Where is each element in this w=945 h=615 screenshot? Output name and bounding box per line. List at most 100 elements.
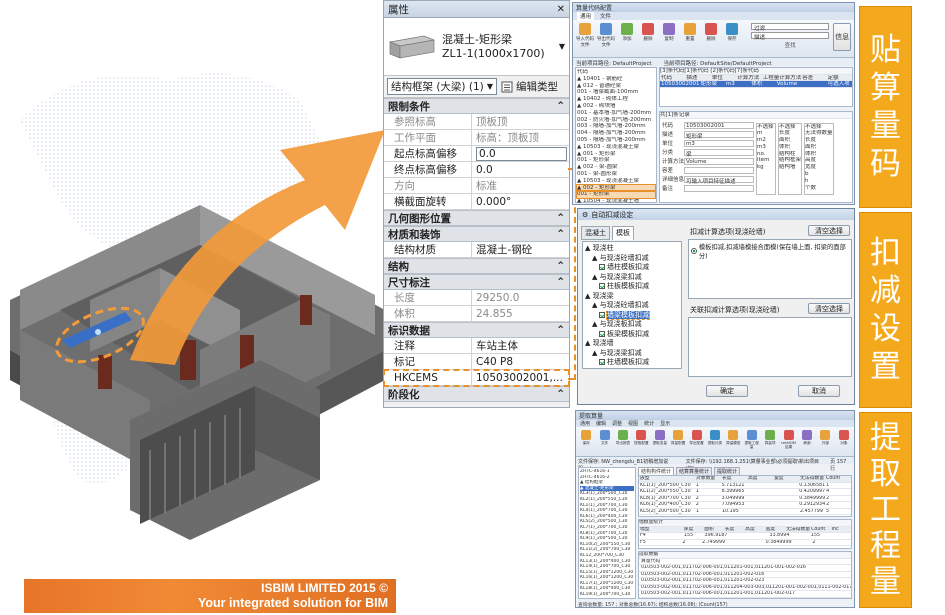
radio-icon[interactable] [691,248,697,254]
property-value-input[interactable]: 0.0 [476,146,567,161]
ribbon-button[interactable]: 外部 [818,430,832,453]
ribbon-button[interactable]: 导出代码文件 [597,23,615,54]
description-select[interactable]: 描述 [751,32,830,41]
ribbon-button[interactable]: 算量模型 [726,430,741,453]
collapse-icon[interactable]: ⌃ [556,260,565,272]
detail-value[interactable]: 矩形梁 [684,130,754,140]
ribbon-button[interactable]: 对象 [837,430,851,453]
property-row[interactable]: 终点标高偏移 0.0 [384,162,569,178]
property-row[interactable]: 横截面旋转 0.000° [384,194,569,210]
rule-tree-item[interactable]: ▲ 与现浇砼墙扣减 [585,301,679,311]
property-row[interactable]: 体积 24.855 [384,306,569,322]
ribbon-button[interactable]: 保存 [723,23,741,54]
detail-value[interactable] [684,184,754,192]
tree-item[interactable]: 代码 [577,69,655,76]
property-value[interactable]: 车站主体 [472,338,569,353]
tree-item[interactable]: ▲ 001 - 矩形梁 [577,151,655,158]
collapse-icon[interactable]: ⌃ [556,388,565,400]
tab-3[interactable]: 视图 [628,420,638,427]
option-item[interactable]: 长度 [779,130,801,137]
type-selector[interactable]: 混凝土-矩形梁 ZL1-1(1000x1700) ▼ [384,18,569,76]
clear-selection-button-2[interactable]: 清空选择 [808,303,850,314]
ribbon-button[interactable]: 删除 [702,23,720,54]
code-tree[interactable]: 代码 ▲ 10401 - 钢筋砼 ▲ 012 - 普通砼梁 001 - 墙梁截面-… [575,67,657,204]
rule-tree-item[interactable]: 柱墙模板扣减 [585,358,679,368]
detail-value[interactable]: Volume [684,157,754,165]
option-item[interactable]: 不选择 [757,124,775,131]
tab-general[interactable]: 通用 [577,12,595,20]
property-value[interactable]: 混凝土-钢砼 [472,242,569,257]
table-row[interactable]: 10503002001 矩形梁 m3 体积 Volume 可选入项 [660,81,852,88]
property-row[interactable]: 起点标高偏移 0.0 [384,146,569,162]
option-item[interactable]: kg [757,164,775,171]
tree-item[interactable]: ▲ 002 - 砌块墙 [577,103,655,110]
ribbon-button[interactable]: tekhBIM结果 [781,430,796,453]
table-row[interactable]: F5 2 2.749999 0.3849999 2 [639,540,851,546]
option-item[interactable]: 结构墙 [779,164,801,171]
tab-formwork[interactable]: 模板 [612,226,634,240]
rule-tree-item[interactable]: ▲ 与现浇砼墙扣减 [585,254,679,264]
collapse-icon[interactable]: ⌃ [556,324,565,336]
option-item[interactable]: b [805,171,833,178]
tab-file[interactable]: 文件 [600,12,611,20]
collapse-icon[interactable]: ⌃ [556,100,565,112]
info-button[interactable]: 信息 [833,23,851,51]
rule-tree-item[interactable]: ▲ 现浇梁 [585,292,679,302]
tree-item[interactable]: KL19(1)_200*700_C30 [580,592,634,598]
option-item[interactable]: 无法得数量 [805,130,833,137]
ribbon-button[interactable]: 提取工程量 [745,430,759,453]
property-value[interactable]: 10503002001,... [472,370,569,385]
property-row[interactable]: HKCEMS 10503002001,... [383,369,570,387]
detail-value[interactable] [684,166,754,174]
rule-tree-item[interactable]: ▲ 与现浇梁扣减 [585,349,679,359]
ribbon-button[interactable]: 算量配置 [671,430,685,453]
option-item[interactable]: m2 [757,137,775,144]
collapse-icon[interactable]: ⌃ [556,212,565,224]
tree-item[interactable]: KL14(1)_200*700_C30 [580,564,634,570]
tree-item[interactable]: 002 - 防火墙-加气墙-200mm [577,117,655,124]
option-item[interactable]: 面积 [805,144,833,151]
ribbon-button[interactable]: 文件 [597,430,611,453]
ribbon-button[interactable]: 复制 [660,23,678,54]
component-tree[interactable]: ZHTC-4616-1 ZHTC-4616-2 ▲ 结构框架 ▲ 混凝土-矩形梁 K… [578,467,636,599]
option-item[interactable]: m [757,130,775,137]
ribbon-button[interactable]: 重置 [681,23,699,54]
property-row[interactable]: 注释 车站主体 [384,338,569,354]
rule-tree-item[interactable]: 墙梁模板扣减 [585,310,679,321]
ribbon-button[interactable]: 算量项 [763,430,777,453]
checkbox-icon[interactable] [599,283,605,289]
table-row[interactable]: 010503-002-001,011702-006-001,011201-001… [639,591,851,598]
tree-item[interactable]: ▲ 012 - 普通砼梁 [577,83,655,90]
property-group-header[interactable]: 阶段化 ⌃ [384,386,569,402]
tab-2[interactable]: 调整 [612,420,622,427]
tab-4[interactable]: 统计 [644,420,654,427]
tree-item[interactable]: KL9(1)_200*500_C30 [580,536,634,542]
ribbon-button[interactable]: 导入代码文件 [576,23,594,54]
property-row[interactable]: 方向 标准 [384,178,569,194]
tree-item[interactable]: ▲ 10503 - 现浇混凝土梁 [577,178,655,185]
property-row[interactable]: 标记 C40 P8 [384,354,569,370]
option-item[interactable]: 体积 [805,151,833,158]
tab-concrete[interactable]: 混凝土 [581,226,610,240]
rule-tree-item[interactable]: 柱板模板扣减 [585,282,679,292]
detail-value[interactable]: 可输入项目特征描述 [684,175,754,185]
property-value[interactable]: C40 P8 [472,354,569,369]
collapse-icon[interactable]: ⌃ [556,228,565,240]
ribbon-button[interactable]: 添加 [618,23,636,54]
option-item[interactable]: h [805,178,833,185]
tab-0[interactable]: 通用 [580,420,590,427]
property-group-header[interactable]: 尺寸标注 ⌃ [384,274,569,290]
cancel-button[interactable]: 取消 [798,385,840,397]
instance-filter-select[interactable]: 结构框架 (大梁) (1) ▼ [387,78,497,95]
option-item[interactable]: 不选择 [779,124,801,131]
property-group-header[interactable]: 几何图形位置 ⌃ [384,210,569,226]
ribbon-button[interactable]: 保存 [579,430,593,453]
option-item[interactable]: item [757,157,775,164]
property-group-header[interactable]: 材质和装饰 ⌃ [384,226,569,242]
tab-5[interactable]: 显示 [660,420,670,427]
option-item[interactable]: 面积 [779,137,801,144]
tree-item[interactable]: ▲ 002 - 梁-圆梁 [577,164,655,171]
rule-tree-item[interactable]: 墙柱模板扣减 [585,263,679,273]
rule-tree-item[interactable]: ▲ 与现浇板扣减 [585,320,679,330]
checkbox-icon[interactable] [599,330,605,337]
